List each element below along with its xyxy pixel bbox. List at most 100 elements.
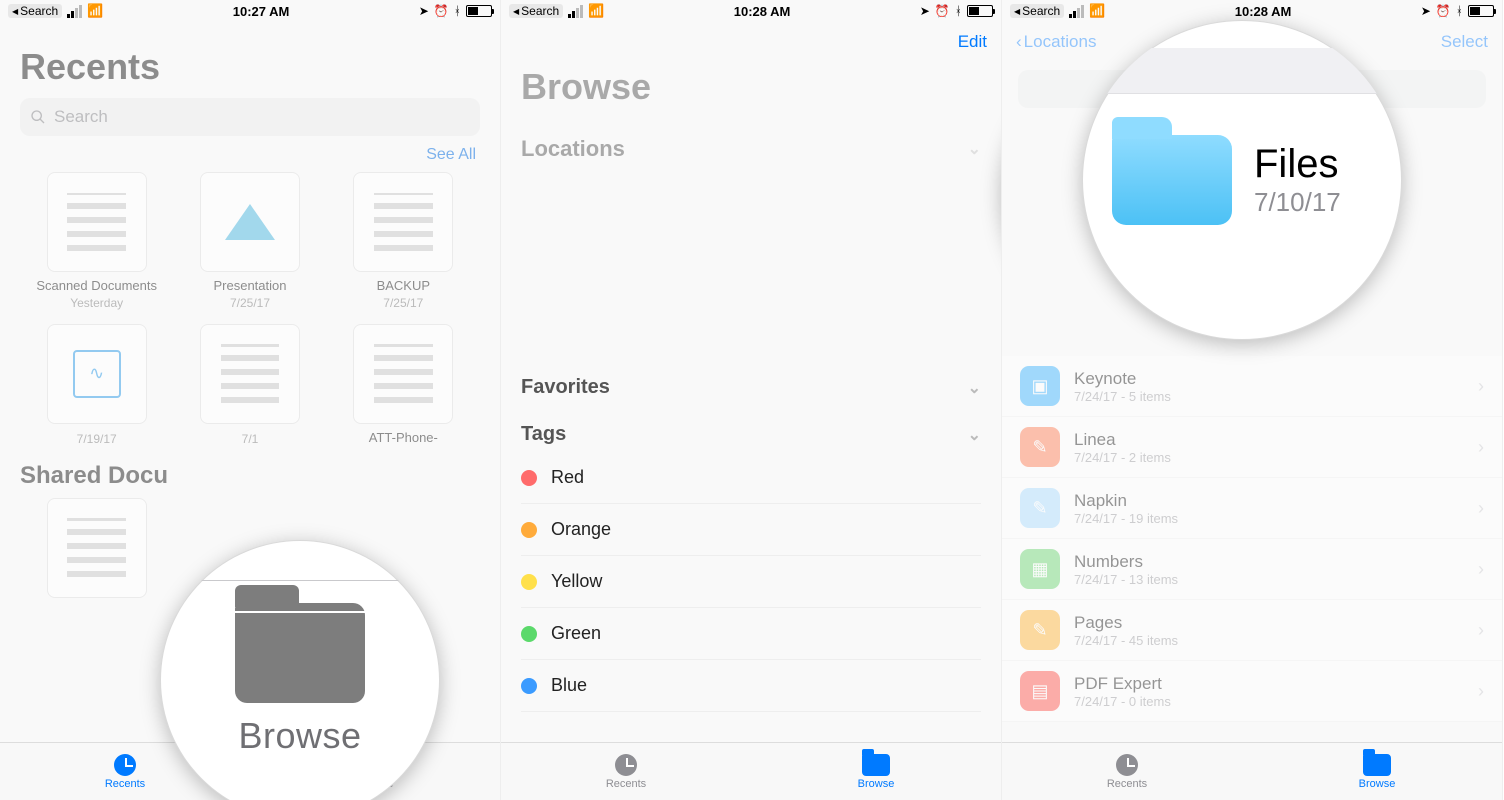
status-back-search[interactable]: Search xyxy=(8,4,62,18)
status-time: 10:28 AM xyxy=(1235,4,1292,19)
folder-subtitle: 7/24/17 - 5 items xyxy=(1074,389,1171,404)
tab-bar: Recents Browse xyxy=(1002,742,1502,800)
folder-name: PDF Expert xyxy=(1074,674,1171,694)
chevron-down-icon: ⌄ xyxy=(968,139,981,159)
tag-row[interactable]: Yellow xyxy=(521,556,981,608)
tag-row[interactable]: Red xyxy=(521,452,981,504)
folder-icon xyxy=(862,754,890,776)
app-icon: ▤ xyxy=(1020,671,1060,711)
search-input[interactable]: Search xyxy=(20,98,480,136)
file-name: Presentation xyxy=(173,278,326,294)
edit-button[interactable]: Edit xyxy=(958,32,987,52)
app-icon: ✎ xyxy=(1020,610,1060,650)
location-icon: ➤ xyxy=(419,4,429,18)
status-bar: Search 📶 10:27 AM ➤ ⏰ ᚼ xyxy=(0,0,500,22)
section-tags[interactable]: Tags ⌄ xyxy=(501,405,1001,452)
tab-label: Recents xyxy=(1107,778,1147,790)
tag-dot-icon xyxy=(521,626,537,642)
folder-row[interactable]: ▤PDF Expert7/24/17 - 0 items› xyxy=(1002,661,1502,722)
file-card[interactable]: ATT-Phone- xyxy=(327,324,480,448)
tag-row[interactable]: Green xyxy=(521,608,981,660)
file-card[interactable] xyxy=(20,498,173,604)
status-bar: Search 📶 10:28 AM ➤ ⏰ ᚼ xyxy=(501,0,1001,22)
tag-dot-icon xyxy=(521,522,537,538)
status-bar: Search 📶 10:28 AM ➤ ⏰ ᚼ xyxy=(1002,0,1502,22)
select-button[interactable]: Select xyxy=(1441,32,1488,52)
section-label: Favorites xyxy=(521,376,610,399)
wifi-icon: 📶 xyxy=(588,3,604,19)
screen-recents: Search 📶 10:27 AM ➤ ⏰ ᚼ Recents Search S… xyxy=(0,0,501,800)
recents-grid: Scanned Documents Yesterday Presentation… xyxy=(0,172,500,448)
tab-recents[interactable]: Recents xyxy=(566,754,686,790)
file-name: Scanned Documents xyxy=(20,278,173,294)
see-all-link[interactable]: See All xyxy=(0,146,500,172)
tab-recents[interactable]: Recents xyxy=(1067,754,1187,790)
file-date: 7/25/17 xyxy=(230,296,270,310)
app-icon: ▣ xyxy=(1020,366,1060,406)
folder-subtitle: 7/24/17 - 0 items xyxy=(1074,694,1171,709)
folder-name: Keynote xyxy=(1074,369,1171,389)
tab-label: Recents xyxy=(606,778,646,790)
status-back-search[interactable]: Search xyxy=(1010,4,1064,18)
folder-row[interactable]: ▦Numbers7/24/17 - 13 items› xyxy=(1002,539,1502,600)
bluetooth-icon: ᚼ xyxy=(955,4,962,18)
alarm-icon: ⏰ xyxy=(1436,4,1451,18)
shared-header: Shared Docu xyxy=(0,448,500,498)
file-card[interactable]: 7/1 xyxy=(173,324,326,448)
search-icon xyxy=(30,109,46,125)
location-icon: ➤ xyxy=(1421,4,1431,18)
callout-folder-date: 7/10/17 xyxy=(1254,187,1341,218)
tag-dot-icon xyxy=(521,678,537,694)
status-time: 10:27 AM xyxy=(233,4,290,19)
file-date: 7/19/17 xyxy=(77,432,117,446)
folder-row[interactable]: ▣Keynote7/24/17 - 5 items› xyxy=(1002,356,1502,417)
folder-row[interactable]: ✎Linea7/24/17 - 2 items› xyxy=(1002,417,1502,478)
file-date: Yesterday xyxy=(70,296,123,310)
wifi-icon: 📶 xyxy=(1089,3,1105,19)
folder-subtitle: 7/24/17 - 2 items xyxy=(1074,450,1171,465)
file-card[interactable]: Presentation 7/25/17 xyxy=(173,172,326,312)
callout-files-folder: Files 7/10/17 xyxy=(1082,20,1402,340)
file-thumb xyxy=(200,172,300,272)
section-locations[interactable]: Locations ⌄ xyxy=(501,118,1001,168)
tag-dot-icon xyxy=(521,470,537,486)
bluetooth-icon: ᚼ xyxy=(1456,4,1463,18)
tag-row[interactable]: Orange xyxy=(521,504,981,556)
status-back-search[interactable]: Search xyxy=(509,4,563,18)
section-label: Locations xyxy=(521,136,625,162)
file-thumb xyxy=(353,172,453,272)
signal-icon xyxy=(1069,5,1084,18)
folder-icon xyxy=(1363,754,1391,776)
chevron-right-icon: › xyxy=(1478,559,1484,580)
tab-label: Recents xyxy=(105,778,145,790)
tag-list: RedOrangeYellow Green Blue xyxy=(501,452,1001,712)
file-card[interactable]: BACKUP 7/25/17 xyxy=(327,172,480,312)
tag-label: Green xyxy=(551,623,601,644)
chevron-right-icon: › xyxy=(1478,498,1484,519)
folder-list: ▣ Keynote7/24/17 - 5 items › ✎Linea7/24/17 … xyxy=(1002,356,1502,722)
folder-row[interactable]: ✎Napkin7/24/17 - 19 items› xyxy=(1002,478,1502,539)
tab-recents[interactable]: Recents xyxy=(65,754,185,790)
file-card[interactable]: Scanned Documents Yesterday xyxy=(20,172,173,312)
file-date: 7/1 xyxy=(242,432,259,446)
folder-name: Pages xyxy=(1074,613,1178,633)
file-date: 7/25/17 xyxy=(383,296,423,310)
battery-icon xyxy=(967,5,993,17)
tag-row[interactable]: Blue xyxy=(521,660,981,712)
wifi-icon: 📶 xyxy=(87,3,103,19)
tag-label: Blue xyxy=(551,675,587,696)
app-icon: ▦ xyxy=(1020,549,1060,589)
file-card[interactable]: ∿ 7/19/17 xyxy=(20,324,173,448)
tab-browse[interactable]: Browse xyxy=(816,754,936,790)
screen-icloud-drive: Search 📶 10:28 AM ➤ ⏰ ᚼ ‹ Locations iClo… xyxy=(1002,0,1503,800)
battery-icon xyxy=(1468,5,1494,17)
audio-icon: ∿ xyxy=(73,350,121,398)
tab-bar: Recents Browse xyxy=(501,742,1001,800)
signal-icon xyxy=(67,5,82,18)
folder-row[interactable]: ✎Pages7/24/17 - 45 items› xyxy=(1002,600,1502,661)
section-favorites[interactable]: Favorites ⌄ xyxy=(501,358,1001,405)
tab-browse[interactable]: Browse xyxy=(1317,754,1437,790)
page-title: Browse xyxy=(501,62,1001,118)
keynote-icon xyxy=(225,204,275,240)
folder-subtitle: 7/24/17 - 13 items xyxy=(1074,572,1178,587)
